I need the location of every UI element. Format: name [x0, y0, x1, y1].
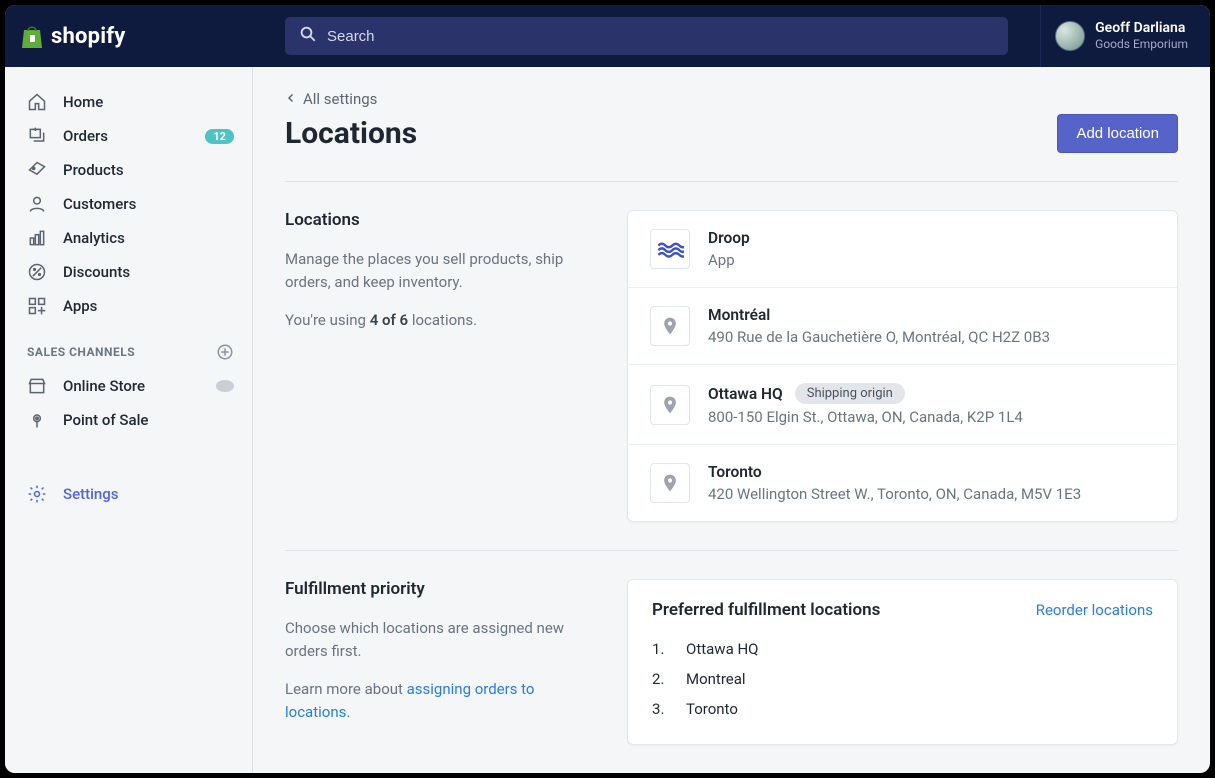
divider — [285, 550, 1178, 551]
sidebar-channel-pos[interactable]: Point of Sale — [5, 403, 252, 437]
user-menu[interactable]: Geoff Darliana Goods Emporium — [1040, 5, 1210, 67]
add-location-button[interactable]: Add location — [1057, 114, 1178, 153]
brand-area: shopify — [5, 22, 253, 50]
user-name: Geoff Darliana — [1095, 20, 1188, 37]
locations-usage: You're using 4 of 6 locations. — [285, 309, 595, 332]
sidebar-item-orders[interactable]: Orders 12 — [5, 119, 252, 153]
brand-name: shopify — [51, 24, 126, 49]
sidebar-item-discounts[interactable]: Discounts — [5, 255, 252, 289]
sidebar-item-label: Point of Sale — [63, 411, 234, 429]
location-address: 490 Rue de la Gauchetière O, Montréal, Q… — [708, 328, 1155, 346]
location-row[interactable]: Montréal 490 Rue de la Gauchetière O, Mo… — [628, 287, 1177, 364]
view-store-icon[interactable] — [216, 380, 234, 392]
fulfillment-card: Preferred fulfillment locations Reorder … — [627, 579, 1178, 745]
main-content: All settings Locations Add location Loca… — [253, 67, 1210, 773]
breadcrumb[interactable]: All settings — [285, 90, 377, 108]
sidebar-item-label: Analytics — [63, 229, 234, 247]
home-icon — [27, 92, 47, 112]
sidebar-item-label: Home — [63, 93, 234, 111]
discounts-icon — [27, 262, 47, 282]
sidebar-channel-online-store[interactable]: Online Store — [5, 369, 252, 403]
locations-card: Droop App Montréal 490 Rue de la Gauchet… — [627, 210, 1178, 522]
pos-icon — [27, 410, 47, 430]
location-name: Ottawa HQ — [708, 385, 783, 403]
sidebar-item-label: Orders — [63, 127, 189, 145]
reorder-locations-link[interactable]: Reorder locations — [1036, 601, 1153, 619]
fulfillment-heading: Fulfillment priority — [285, 579, 595, 599]
priority-list: Ottawa HQ Montreal Toronto — [652, 634, 1153, 724]
locations-description: Manage the places you sell products, shi… — [285, 248, 595, 295]
priority-item: Toronto — [652, 694, 1153, 724]
add-channel-icon[interactable] — [216, 343, 234, 361]
location-subtitle: App — [708, 251, 1155, 269]
location-row[interactable]: Toronto 420 Wellington Street W., Toront… — [628, 444, 1177, 521]
sidebar-item-settings[interactable]: Settings — [5, 477, 252, 511]
pin-icon — [650, 463, 690, 503]
sidebar: Home Orders 12 Products Customers Analyt… — [5, 67, 253, 773]
app-icon — [650, 229, 690, 269]
top-bar: shopify Geoff Darliana Goods Emporium — [5, 5, 1210, 67]
shopify-bag-icon — [19, 22, 45, 50]
sales-channels-header: SALES CHANNELS — [5, 323, 252, 369]
sidebar-item-label: Discounts — [63, 263, 234, 281]
customers-icon — [27, 194, 47, 214]
sidebar-item-label: Products — [63, 161, 234, 179]
fulfillment-description: Choose which locations are assigned new … — [285, 617, 595, 664]
search-box[interactable] — [285, 17, 1008, 55]
sidebar-item-label: Online Store — [63, 377, 200, 395]
shopify-logo[interactable]: shopify — [19, 22, 126, 50]
location-name: Montréal — [708, 306, 770, 324]
user-store: Goods Emporium — [1095, 37, 1188, 51]
fulfillment-learn-more: Learn more about assigning orders to loc… — [285, 678, 595, 725]
priority-item: Montreal — [652, 664, 1153, 694]
location-row[interactable]: Ottawa HQ Shipping origin 800-150 Elgin … — [628, 364, 1177, 444]
chevron-left-icon — [285, 90, 297, 108]
gear-icon — [27, 484, 47, 504]
sidebar-item-label: Customers — [63, 195, 234, 213]
sidebar-item-products[interactable]: Products — [5, 153, 252, 187]
search-input[interactable] — [327, 28, 994, 45]
orders-icon — [27, 126, 47, 146]
pin-icon — [650, 385, 690, 425]
priority-item: Ottawa HQ — [652, 634, 1153, 664]
divider — [285, 181, 1178, 182]
page-title: Locations — [285, 116, 417, 151]
apps-icon — [27, 296, 47, 316]
location-name: Droop — [708, 229, 750, 247]
search-icon — [299, 25, 317, 47]
sidebar-item-label: Settings — [63, 485, 234, 503]
location-address: 420 Wellington Street W., Toronto, ON, C… — [708, 485, 1155, 503]
sidebar-item-customers[interactable]: Customers — [5, 187, 252, 221]
location-row[interactable]: Droop App — [628, 211, 1177, 287]
shipping-origin-tag: Shipping origin — [795, 383, 905, 404]
avatar — [1055, 21, 1085, 51]
fulfillment-card-title: Preferred fulfillment locations — [652, 600, 880, 620]
orders-badge: 12 — [205, 129, 234, 144]
sidebar-item-analytics[interactable]: Analytics — [5, 221, 252, 255]
analytics-icon — [27, 228, 47, 248]
location-address: 800-150 Elgin St., Ottawa, ON, Canada, K… — [708, 408, 1155, 426]
sidebar-item-apps[interactable]: Apps — [5, 289, 252, 323]
pin-icon — [650, 306, 690, 346]
sidebar-item-home[interactable]: Home — [5, 85, 252, 119]
sidebar-item-label: Apps — [63, 297, 234, 315]
products-icon — [27, 160, 47, 180]
locations-heading: Locations — [285, 210, 595, 230]
store-icon — [27, 376, 47, 396]
location-name: Toronto — [708, 463, 762, 481]
